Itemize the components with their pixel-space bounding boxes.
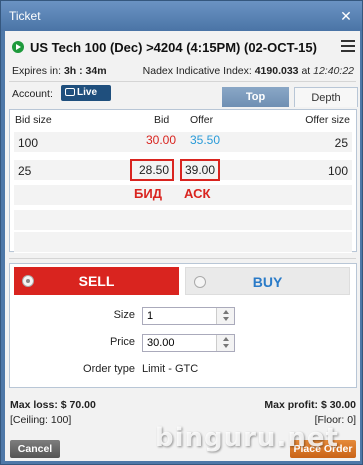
depth-row-empty	[14, 185, 352, 206]
trade-form: SELL BUY Size Price Order type Limit - G…	[9, 263, 357, 388]
size-label: Size	[113, 309, 135, 321]
bid-annotation: БИД	[134, 186, 162, 201]
bid-size-cell: 25	[18, 164, 32, 178]
depth-row-empty	[14, 210, 352, 231]
link-icon	[65, 88, 75, 96]
index-at: at	[301, 65, 311, 77]
title-bar: Ticket ✕	[1, 1, 362, 31]
offer-size-cell: 100	[327, 164, 348, 178]
sell-radio[interactable]	[22, 275, 34, 287]
header-bid: Bid	[154, 114, 170, 126]
offer-size-cell: 25	[334, 136, 348, 150]
ceiling: [Ceiling: 100]	[10, 414, 72, 426]
market-header: US Tech 100 (Dec) >4204 (4:15PM) (02-OCT…	[5, 36, 360, 58]
order-type-label: Order type	[83, 363, 135, 375]
bid-price-cell[interactable]: 30.00	[146, 133, 176, 147]
account-label: Account:	[12, 88, 53, 100]
close-icon[interactable]: ✕	[338, 8, 354, 24]
header-offer-size: Offer size	[305, 114, 350, 126]
depth-row[interactable]: 100 30.00 35.50 25	[14, 132, 352, 153]
tab-top[interactable]: Top	[222, 87, 289, 107]
size-stepper[interactable]	[216, 308, 234, 324]
depth-row-empty	[14, 232, 352, 253]
ask-highlight-box[interactable]: 39.00	[180, 159, 220, 181]
live-account-badge[interactable]: Live	[61, 85, 111, 101]
buy-button[interactable]: BUY	[185, 267, 350, 295]
watermark: binguru.net	[155, 423, 339, 453]
play-icon	[12, 41, 24, 53]
header-bid-size: Bid size	[15, 114, 52, 126]
header-offer: Offer	[190, 114, 214, 126]
tab-depth[interactable]: Depth	[294, 87, 358, 107]
ticket-panel: US Tech 100 (Dec) >4204 (4:15PM) (02-OCT…	[5, 31, 360, 461]
buy-label: BUY	[252, 274, 283, 290]
offer-price-cell[interactable]: 35.50	[190, 133, 220, 147]
price-label: Price	[109, 336, 135, 348]
ask-annotation: АСК	[184, 186, 211, 201]
expires-info: Expires in: 3h : 34m	[12, 65, 107, 77]
sell-button[interactable]: SELL	[14, 267, 179, 295]
buy-radio[interactable]	[194, 276, 206, 288]
ticket-window: Ticket ✕ US Tech 100 (Dec) >4204 (4:15PM…	[0, 0, 363, 465]
cancel-button[interactable]: Cancel	[10, 440, 60, 458]
index-label: Nadex Indicative Index:	[142, 65, 252, 77]
depth-table: Bid size Bid Offer Offer size 100 30.00 …	[9, 109, 357, 253]
market-title: US Tech 100 (Dec) >4204 (4:15PM) (02-OCT…	[30, 39, 317, 55]
live-badge-label: Live	[77, 87, 98, 98]
order-type-value: Limit - GTC	[142, 363, 199, 375]
index-value: 4190.033	[254, 65, 299, 77]
expires-label: Expires in:	[12, 65, 62, 77]
max-loss: Max loss: $ 70.00	[10, 399, 96, 411]
bid-size-cell: 100	[18, 136, 39, 150]
menu-icon[interactable]	[341, 40, 355, 52]
max-profit: Max profit: $ 30.00	[264, 399, 356, 411]
divider	[9, 81, 356, 82]
divider	[9, 258, 356, 259]
sell-label: SELL	[78, 273, 115, 289]
indicative-index: Nadex Indicative Index: 4190.033 at 12:4…	[143, 65, 354, 77]
bid-highlight-box[interactable]: 28.50	[130, 159, 174, 181]
window-title: Ticket	[9, 9, 41, 23]
expires-value: 3h : 34m	[63, 65, 107, 77]
index-time: 12:40:22	[313, 65, 354, 77]
price-stepper[interactable]	[216, 335, 234, 351]
